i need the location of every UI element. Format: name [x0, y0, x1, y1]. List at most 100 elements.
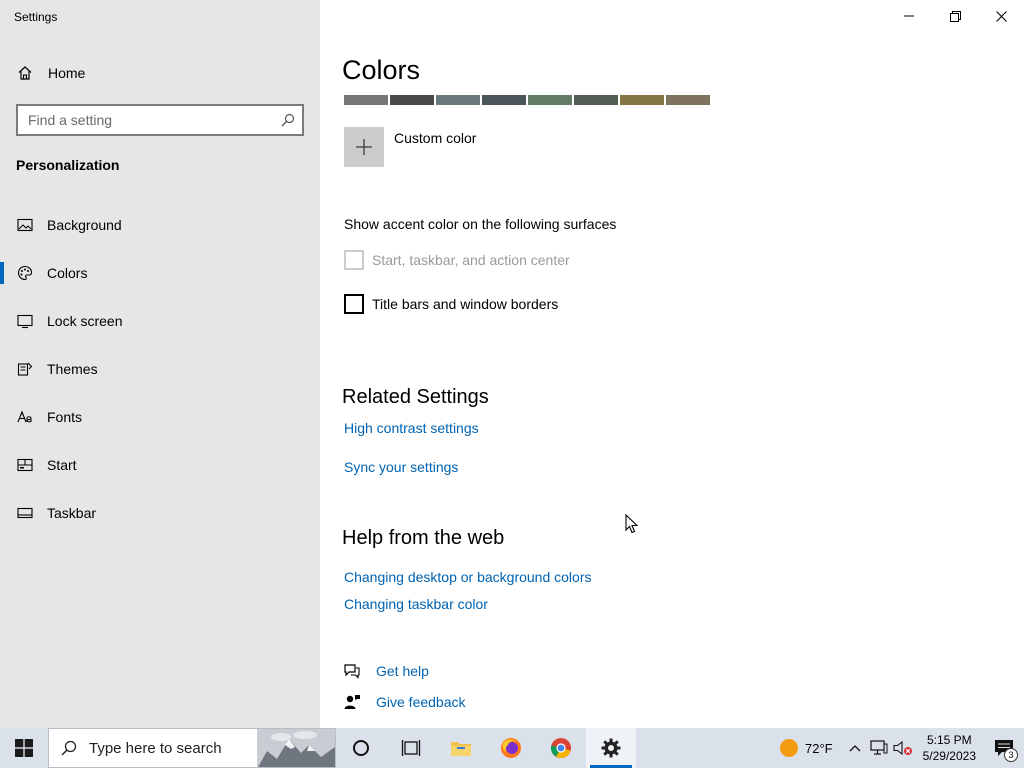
color-swatch[interactable]	[666, 95, 710, 105]
high-contrast-link[interactable]: High contrast settings	[344, 420, 479, 436]
color-swatch[interactable]	[528, 95, 572, 105]
taskbar-color-link[interactable]: Changing taskbar color	[344, 596, 488, 612]
search-input[interactable]	[28, 112, 280, 128]
color-swatch[interactable]	[344, 95, 388, 105]
checkbox-box	[344, 250, 364, 270]
font-icon	[16, 408, 34, 426]
page-title: Colors	[342, 55, 421, 85]
plus-icon	[344, 127, 384, 167]
sidebar-item-fonts[interactable]: Fonts	[0, 393, 320, 441]
task-view-button[interactable]	[386, 728, 436, 768]
cortana-button[interactable]	[336, 728, 386, 768]
file-explorer-button[interactable]	[436, 728, 486, 768]
sidebar-item-label: Start	[47, 457, 77, 473]
title-bars-checkbox[interactable]: Title bars and window borders	[344, 294, 558, 314]
sidebar-item-label: Fonts	[47, 409, 83, 425]
help-web-title: Help from the web	[342, 527, 505, 549]
volume-muted-icon[interactable]	[891, 728, 915, 768]
start-taskbar-checkbox[interactable]: Start, taskbar, and action center	[344, 250, 570, 270]
sidebar-item-colors[interactable]: Colors	[0, 249, 320, 297]
notification-count-badge: 3	[1004, 748, 1018, 762]
nav-list: Background Colors Lock screen Themes Fon…	[0, 201, 320, 537]
main-content: Colors Custom color Show accent color on…	[320, 0, 1024, 728]
desktop-colors-link[interactable]: Changing desktop or background colors	[344, 569, 592, 585]
sidebar-item-label: Lock screen	[47, 313, 123, 329]
sidebar-item-label: Taskbar	[47, 505, 97, 521]
sync-settings-link[interactable]: Sync your settings	[344, 459, 458, 475]
sidebar-item-taskbar[interactable]: Taskbar	[0, 489, 320, 537]
firefox-button[interactable]	[486, 728, 536, 768]
weather-temp: 72°F	[805, 740, 833, 756]
color-swatch[interactable]	[482, 95, 526, 105]
sidebar-item-start[interactable]: Start	[0, 441, 320, 489]
settings-taskbar-button[interactable]	[586, 728, 636, 768]
sidebar: Settings Home Personalization Background…	[0, 0, 320, 728]
chrome-icon	[550, 738, 571, 759]
start-button[interactable]	[0, 728, 48, 768]
mouse-cursor-icon	[625, 513, 639, 539]
search-highlight-image	[257, 729, 335, 767]
home-icon	[16, 64, 34, 82]
sidebar-item-label: Themes	[47, 361, 98, 377]
get-help-link[interactable]: Get help	[342, 661, 429, 681]
search-box	[16, 104, 304, 136]
give-feedback-link[interactable]: Give feedback	[342, 692, 466, 712]
picture-icon	[16, 216, 34, 234]
close-button[interactable]	[978, 0, 1024, 32]
sidebar-item-label: Background	[47, 217, 122, 233]
weather-widget[interactable]: 72°F	[779, 738, 833, 758]
taskbar-search-text: Type here to search	[89, 739, 222, 757]
sidebar-item-label: Colors	[47, 265, 88, 281]
lock-screen-icon	[16, 312, 34, 330]
window-controls	[886, 0, 1024, 32]
search-icon	[49, 740, 89, 756]
section-title: Personalization	[16, 157, 120, 173]
color-swatch[interactable]	[390, 95, 434, 105]
checkbox-label: Title bars and window borders	[372, 296, 559, 312]
sidebar-item-lock-screen[interactable]: Lock screen	[0, 297, 320, 345]
surfaces-title: Show accent color on the following surfa…	[344, 216, 617, 232]
nav-home-label: Home	[48, 65, 86, 81]
network-icon[interactable]	[867, 728, 891, 768]
give-feedback-label: Give feedback	[376, 694, 466, 710]
feedback-person-icon	[342, 692, 362, 712]
color-swatch[interactable]	[574, 95, 618, 105]
clock-time: 5:15 PM	[926, 733, 972, 747]
folder-icon	[451, 742, 471, 756]
related-settings-title: Related Settings	[342, 386, 489, 408]
taskbar-search[interactable]: Type here to search	[48, 728, 336, 768]
checkbox-box	[344, 294, 364, 314]
taskbar-icon	[16, 504, 34, 522]
gear-icon	[601, 738, 621, 758]
windows-logo-icon	[15, 739, 33, 757]
color-swatch[interactable]	[436, 95, 480, 105]
color-swatch[interactable]	[620, 95, 664, 105]
sun-weather-icon	[780, 739, 798, 757]
minimize-button[interactable]	[886, 0, 932, 32]
system-tray: 72°F 5:15 PM 5/29/2023 3	[779, 728, 1024, 768]
taskbar: Type here to search 72°F 5:15 PM 5/29/20…	[0, 728, 1024, 768]
search-icon[interactable]	[280, 112, 296, 128]
app-title: Settings	[14, 10, 58, 24]
custom-color-button[interactable]: Custom color	[344, 127, 476, 167]
custom-color-label: Custom color	[394, 130, 477, 146]
color-swatches	[344, 95, 712, 105]
sidebar-item-themes[interactable]: Themes	[0, 345, 320, 393]
chevron-up-icon[interactable]	[843, 728, 867, 768]
restore-button[interactable]	[932, 0, 978, 32]
task-view-icon	[401, 740, 421, 756]
palette-icon	[16, 264, 34, 282]
brush-icon	[16, 360, 34, 378]
sidebar-item-background[interactable]: Background	[0, 201, 320, 249]
help-chat-icon	[342, 661, 362, 681]
start-icon	[16, 456, 34, 474]
checkbox-label: Start, taskbar, and action center	[372, 252, 570, 268]
clock[interactable]: 5:15 PM 5/29/2023	[923, 732, 976, 764]
action-center-button[interactable]: 3	[984, 728, 1024, 768]
firefox-icon	[501, 738, 521, 758]
clock-date: 5/29/2023	[922, 749, 976, 763]
nav-home[interactable]: Home	[16, 62, 85, 84]
get-help-label: Get help	[376, 663, 429, 679]
cortana-circle-icon	[353, 740, 369, 756]
chrome-button[interactable]	[536, 728, 586, 768]
